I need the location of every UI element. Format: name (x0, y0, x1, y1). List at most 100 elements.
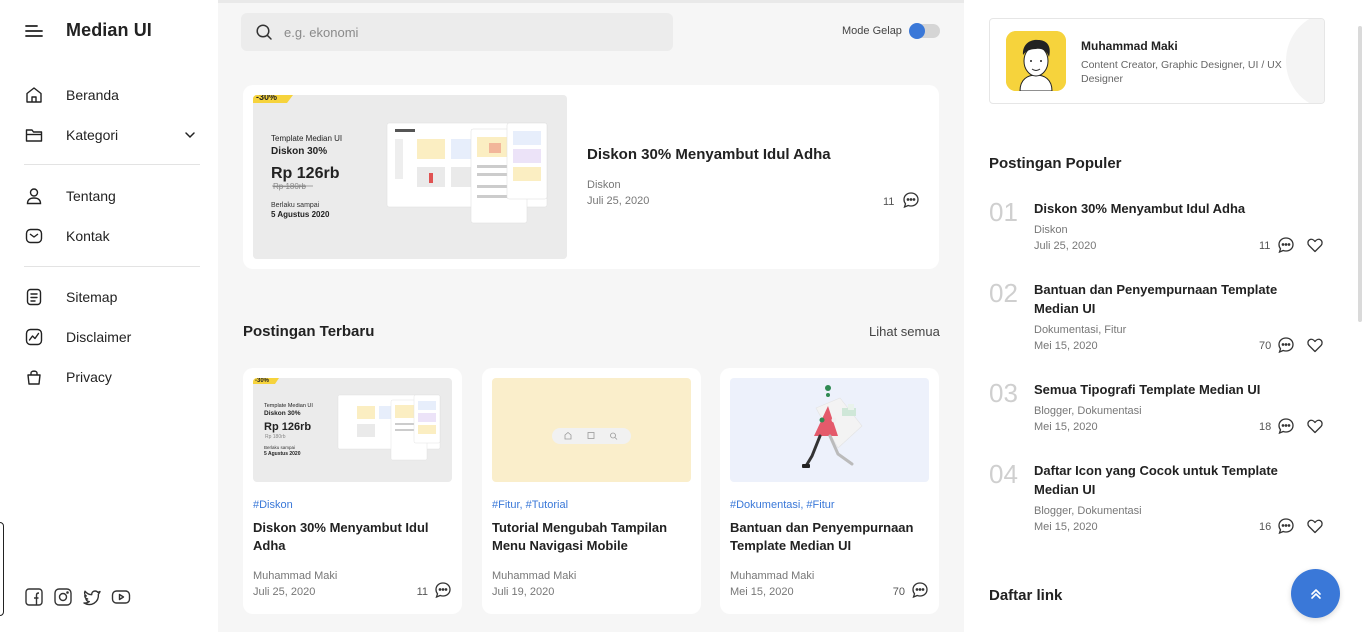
post-title[interactable]: Tutorial Mengubah Tampilan Menu Navigasi… (492, 519, 687, 555)
heart-icon[interactable] (1306, 417, 1324, 435)
post-tags[interactable]: #Dokumentasi, #Fitur (730, 499, 835, 511)
popular-rank: 03 (989, 378, 1018, 408)
sidebar-item-disclaimer[interactable]: Disclaimer (24, 325, 200, 349)
promo-line1: Template Median UI (271, 134, 342, 143)
dark-mode-label: Mode Gelap (842, 25, 902, 37)
youtube-icon[interactable] (111, 587, 131, 607)
comment-count: 11 (1259, 240, 1271, 252)
heart-icon[interactable] (1306, 236, 1324, 254)
user-icon (26, 188, 42, 205)
scrollbar[interactable] (1358, 26, 1362, 322)
document-icon (26, 288, 42, 306)
promo-valid-label: Berlaku sampai (271, 202, 320, 209)
promo-badge: -30% (255, 378, 270, 384)
comment-icon[interactable] (1277, 517, 1295, 535)
popular-categories[interactable]: Dokumentasi, Fitur (1034, 324, 1126, 336)
post-thumbnail[interactable] (492, 378, 691, 482)
sidebar-item-kontak[interactable]: Kontak (24, 224, 200, 248)
bag-icon (27, 370, 41, 385)
sidebar-item-label: Kontak (66, 228, 110, 244)
chevron-down-icon[interactable] (184, 129, 196, 141)
brand-title[interactable]: Median UI (66, 20, 152, 41)
comment-icon[interactable] (1277, 236, 1295, 254)
sidebar-item-label: Kategori (66, 127, 119, 143)
featured-thumbnail[interactable]: -30% Template Median UI Diskon 30% Rp 12… (253, 95, 567, 259)
latest-posts-title: Postingan Terbaru (243, 323, 375, 340)
popular-rank: 04 (989, 459, 1018, 489)
popular-title[interactable]: Bantuan dan Penyempurnaan Template Media… (1034, 280, 1304, 318)
sidebar-item-label: Sitemap (66, 289, 118, 305)
heart-icon[interactable] (1306, 517, 1324, 535)
author-profile-card[interactable]: Muhammad Maki Content Creator, Graphic D… (989, 18, 1325, 104)
promo-line1: Template Median UI (264, 403, 313, 409)
profile-name[interactable]: Muhammad Maki (1081, 39, 1178, 53)
scroll-to-top-button[interactable] (1291, 569, 1340, 618)
post-card[interactable]: -30% Template Median UI Diskon 30% Rp 12… (243, 368, 462, 614)
post-title[interactable]: Diskon 30% Menyambut Idul Adha (253, 519, 448, 555)
search-input[interactable] (284, 24, 644, 40)
post-date: Juli 25, 2020 (253, 586, 316, 598)
twitter-icon[interactable] (82, 587, 102, 607)
facebook-icon[interactable] (24, 587, 44, 607)
post-tags[interactable]: #Diskon (253, 499, 293, 511)
featured-post[interactable]: -30% Template Median UI Diskon 30% Rp 12… (243, 85, 939, 269)
promo-banner-image: -30% Template Median UI Diskon 30% Rp 12… (253, 95, 567, 259)
comment-icon[interactable] (1277, 336, 1295, 354)
comment-count: 18 (1259, 421, 1272, 433)
popular-date: Mei 15, 2020 (1034, 521, 1098, 533)
promo-badge: -30% (256, 95, 277, 102)
post-author: Muhammad Maki (730, 570, 815, 582)
dark-mode-toggle[interactable] (908, 23, 940, 39)
sidebar-item-privacy[interactable]: Privacy (24, 365, 200, 389)
nav-divider (24, 164, 200, 165)
heart-icon[interactable] (1306, 336, 1324, 354)
post-title[interactable]: Bantuan dan Penyempurnaan Template Media… (730, 519, 925, 555)
folder-icon (25, 129, 43, 142)
search-icon (256, 24, 272, 40)
menu-icon[interactable] (24, 21, 44, 41)
see-all-link[interactable]: Lihat semua (869, 324, 940, 339)
post-thumbnail[interactable]: -30% Template Median UI Diskon 30% Rp 12… (253, 378, 452, 482)
instagram-icon[interactable] (53, 587, 73, 607)
sidebar-item-kategori[interactable]: Kategori (24, 123, 200, 147)
popular-title[interactable]: Semua Tipografi Template Median UI (1034, 380, 1304, 399)
popular-title[interactable]: Daftar Icon yang Cocok untuk Template Me… (1034, 461, 1304, 499)
popular-date: Mei 15, 2020 (1034, 340, 1098, 352)
sidebar-item-label: Beranda (66, 87, 119, 103)
popular-categories[interactable]: Blogger, Dokumentasi (1034, 505, 1142, 517)
popular-date: Juli 25, 2020 (1034, 240, 1097, 252)
post-date: Mei 15, 2020 (730, 586, 794, 598)
comment-count: 70 (1259, 340, 1272, 352)
popular-title[interactable]: Diskon 30% Menyambut Idul Adha (1034, 199, 1304, 218)
featured-title[interactable]: Diskon 30% Menyambut Idul Adha (587, 146, 831, 163)
comment-icon[interactable] (911, 581, 929, 599)
post-card[interactable]: #Fitur, #Tutorial Tutorial Mengubah Tamp… (482, 368, 701, 614)
post-thumbnail[interactable] (730, 378, 929, 482)
sidebar-item-sitemap[interactable]: Sitemap (24, 285, 200, 309)
chart-icon (25, 328, 43, 346)
popular-categories[interactable]: Blogger, Dokumentasi (1034, 405, 1142, 417)
toggle-knob (908, 23, 925, 39)
sidebar-item-tentang[interactable]: Tentang (24, 184, 200, 208)
search-bar[interactable] (241, 13, 673, 51)
post-date: Juli 19, 2020 (492, 586, 555, 598)
popular-date: Mei 15, 2020 (1034, 421, 1098, 433)
sidebar-item-label: Privacy (66, 369, 112, 385)
profile-role: Content Creator, Graphic Designer, UI / … (1081, 59, 1282, 85)
comment-count: 16 (1259, 521, 1272, 533)
comment-count: 70 (892, 586, 905, 598)
promo-line2: Diskon 30% (264, 410, 301, 417)
comment-icon[interactable] (902, 191, 920, 209)
promo-price: Rp 126rb (264, 421, 311, 433)
sidebar-item-beranda[interactable]: Beranda (24, 83, 200, 107)
post-tags[interactable]: #Fitur, #Tutorial (492, 499, 568, 511)
sidebar-item-label: Tentang (66, 188, 116, 204)
comment-icon[interactable] (434, 581, 452, 599)
comment-count: 11 (416, 586, 428, 598)
popular-categories[interactable]: Diskon (1034, 224, 1068, 236)
sidebar: Median UI Beranda Kategori Tentang Konta… (0, 0, 218, 632)
post-card[interactable]: #Dokumentasi, #Fitur Bantuan dan Penyemp… (720, 368, 939, 614)
comment-icon[interactable] (1277, 417, 1295, 435)
featured-category[interactable]: Diskon (587, 179, 621, 191)
mobile-nav-image (492, 378, 691, 482)
